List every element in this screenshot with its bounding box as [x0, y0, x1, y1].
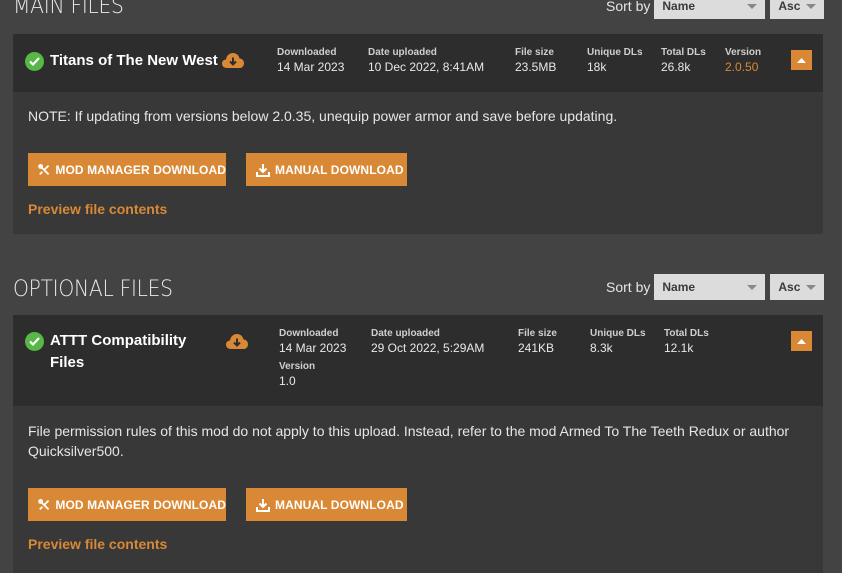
cloud-download-icon[interactable]	[221, 52, 245, 70]
stat-value: 1.0	[279, 374, 296, 388]
stat-value: 18k	[587, 60, 607, 74]
sort-field-value: Name	[662, 280, 696, 294]
preview-file-contents-link[interactable]: Preview file contents	[28, 201, 167, 217]
caret-down-icon	[747, 4, 758, 9]
button-label: MANUAL DOWNLOAD	[275, 497, 404, 512]
download-tray-icon	[256, 498, 270, 512]
download-tray-icon	[256, 163, 270, 177]
optional-sort-controls: Sort by Name Asc	[606, 274, 825, 300]
sort-field-value: Name	[662, 0, 696, 13]
file-name-line: ATTT Compatibility	[50, 332, 187, 349]
sort-by-label: Sort by	[606, 0, 651, 14]
stat-value: 23.5MB	[515, 60, 557, 74]
stat-version: Version 1.0	[279, 361, 315, 389]
stat-unique-dls: Unique DLs 18k	[587, 47, 643, 75]
button-label: MOD MANAGER DOWNLOAD	[55, 497, 226, 512]
chevron-up-icon	[797, 58, 806, 63]
stat-downloaded: Downloaded 14 Mar 2023	[279, 328, 346, 356]
sort-order-value: Asc	[778, 280, 801, 294]
file-header: Titans of The New West Downloaded 14 Mar…	[13, 34, 823, 92]
mod-manager-icon	[38, 498, 50, 510]
optional-file-card: ATTT Compatibility Files Downloaded 14 M…	[13, 315, 823, 573]
stat-value: 241KB	[518, 341, 555, 355]
sort-order-select[interactable]: Asc	[770, 0, 825, 19]
check-circle-icon	[25, 332, 44, 351]
stat-downloaded: Downloaded 14 Mar 2023	[277, 47, 344, 75]
file-description: File permission rules of this mod do not…	[28, 423, 790, 459]
stat-total-dls: Total DLs 12.1k	[664, 328, 709, 356]
stat-label: Version	[725, 47, 762, 58]
stat-unique-dls: Unique DLs 8.3k	[590, 328, 646, 356]
stat-label: File size	[518, 328, 557, 339]
stat-uploaded: Date uploaded 29 Oct 2022, 5:29AM	[371, 328, 484, 356]
chevron-up-icon	[797, 339, 806, 344]
stat-version: Version 2.0.50	[725, 47, 761, 75]
sort-order-value: Asc	[778, 0, 801, 13]
file-header: ATTT Compatibility Files Downloaded 14 M…	[13, 315, 823, 406]
check-circle-icon	[25, 52, 44, 71]
file-name: ATTT Compatibility Files	[50, 330, 186, 374]
mod-manager-download-button[interactable]: MOD MANAGER DOWNLOAD	[28, 153, 226, 186]
stat-value: 8.3k	[590, 341, 613, 355]
mod-manager-icon	[38, 163, 50, 175]
caret-down-icon	[806, 285, 817, 290]
collapse-button[interactable]	[791, 50, 812, 70]
mod-manager-download-button[interactable]: MOD MANAGER DOWNLOAD	[28, 488, 226, 521]
preview-file-contents-link[interactable]: Preview file contents	[28, 536, 167, 552]
sort-order-select[interactable]: Asc	[770, 274, 825, 300]
stat-label: Version	[279, 361, 316, 372]
file-description: NOTE: If updating from versions below 2.…	[28, 108, 618, 124]
main-sort-controls: Sort by Name Asc	[606, 0, 825, 19]
stat-value: 12.1k	[664, 341, 694, 355]
sort-by-label: Sort by	[606, 279, 651, 295]
manual-download-button[interactable]: MANUAL DOWNLOAD	[246, 153, 407, 186]
stat-file-size: File size 241KB	[518, 328, 557, 356]
main-file-card: Titans of The New West Downloaded 14 Mar…	[13, 34, 823, 234]
manual-download-button[interactable]: MANUAL DOWNLOAD	[246, 488, 407, 521]
stat-label: Downloaded	[279, 328, 339, 339]
sort-field-select[interactable]: Name	[654, 0, 766, 19]
main-files-heading: MAIN FILES	[13, 0, 124, 19]
stat-uploaded: Date uploaded 10 Dec 2022, 8:41AM	[368, 47, 484, 75]
stat-label: Downloaded	[277, 47, 337, 58]
stat-value: 14 Mar 2023	[277, 60, 345, 74]
sort-field-select[interactable]: Name	[654, 274, 766, 300]
stat-label: Total DLs	[664, 328, 709, 339]
button-label: MOD MANAGER DOWNLOAD	[55, 162, 226, 177]
stat-label: Total DLs	[661, 47, 706, 58]
stat-file-size: File size 23.5MB	[515, 47, 556, 75]
caret-down-icon	[806, 4, 817, 9]
stat-label: Date uploaded	[371, 328, 440, 339]
cloud-download-icon[interactable]	[225, 333, 249, 351]
stat-value: 29 Oct 2022, 5:29AM	[371, 341, 485, 355]
file-name: Titans of The New West	[50, 52, 218, 69]
stat-label: Date uploaded	[368, 47, 437, 58]
stat-value: 2.0.50	[725, 60, 759, 74]
stat-total-dls: Total DLs 26.8k	[661, 47, 706, 75]
button-label: MANUAL DOWNLOAD	[275, 162, 404, 177]
optional-files-heading: OPTIONAL FILES	[13, 277, 173, 302]
stat-label: File size	[515, 47, 554, 58]
stat-value: 26.8k	[661, 60, 691, 74]
file-name-line: Files	[50, 354, 85, 371]
collapse-button[interactable]	[791, 331, 812, 351]
stat-value: 14 Mar 2023	[279, 341, 347, 355]
stat-value: 10 Dec 2022, 8:41AM	[368, 60, 485, 74]
stat-label: Unique DLs	[590, 328, 646, 339]
caret-down-icon	[747, 285, 758, 290]
stat-label: Unique DLs	[587, 47, 643, 58]
